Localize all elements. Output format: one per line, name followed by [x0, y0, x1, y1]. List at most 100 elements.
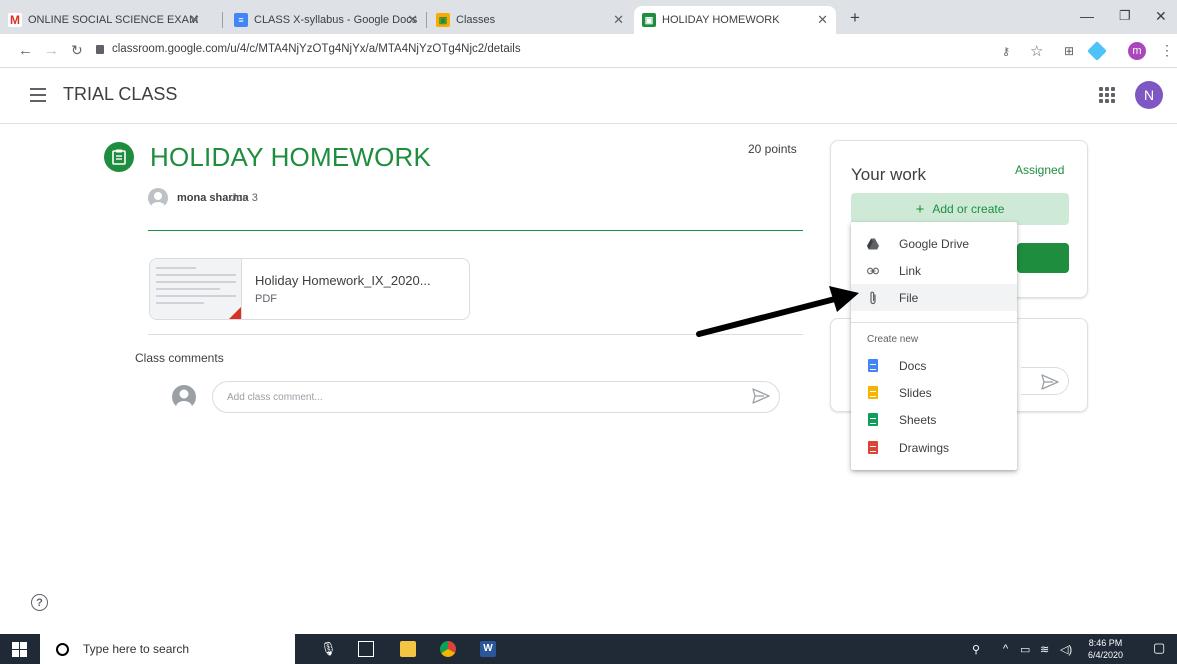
- help-icon[interactable]: ?: [31, 594, 48, 611]
- work-status: Assigned: [1015, 163, 1065, 177]
- menu-item-file[interactable]: File: [851, 284, 1017, 311]
- windows-taskbar: Type here to search 🎙 W ⚲ ^ ▭ ≋ ◁) 8:46 …: [0, 634, 1177, 664]
- your-work-title: Your work: [851, 165, 926, 184]
- windows-start-icon[interactable]: [12, 642, 27, 657]
- commenter-avatar: [172, 385, 196, 413]
- file-explorer-icon[interactable]: [400, 641, 416, 657]
- tray-expand-icon[interactable]: ^: [1003, 643, 1008, 655]
- wifi-icon[interactable]: ≋: [1040, 643, 1049, 656]
- attachment-card[interactable]: Holiday Homework_IX_2020... PDF: [149, 258, 470, 320]
- tab-separator: [222, 12, 223, 28]
- close-tab-icon[interactable]: ✕: [407, 12, 418, 28]
- classroom-icon: ▣: [436, 13, 450, 27]
- address-bar[interactable]: classroom.google.com/u/4/c/MTA4NjYzOTg4N…: [112, 43, 521, 55]
- attachment-thumbnail: [150, 259, 242, 319]
- menu-item-label: Link: [899, 263, 922, 278]
- menu-item-label: File: [899, 290, 919, 305]
- mark-as-done-button[interactable]: [1017, 243, 1069, 273]
- star-icon[interactable]: ☆: [1030, 42, 1043, 60]
- menu-item-label: Sheets: [899, 412, 937, 427]
- close-tab-icon[interactable]: ✕: [189, 12, 200, 28]
- user-avatar[interactable]: N: [1135, 81, 1163, 109]
- tab-classes[interactable]: ▣ Classes ✕: [428, 6, 632, 34]
- forward-icon[interactable]: →: [44, 42, 59, 59]
- menu-item-docs[interactable]: Docs: [851, 352, 1017, 379]
- menu-item-slides[interactable]: Slides: [851, 379, 1017, 406]
- plus-icon: +: [915, 200, 925, 218]
- notifications-icon[interactable]: ▢: [1153, 640, 1165, 656]
- people-icon[interactable]: ⚲: [972, 643, 980, 656]
- hamburger-menu-icon[interactable]: [30, 88, 46, 102]
- add-or-create-label: Add or create: [932, 202, 1005, 216]
- close-tab-icon[interactable]: ✕: [613, 12, 624, 28]
- send-icon[interactable]: [752, 388, 770, 409]
- attachment-name: Holiday Homework_IX_2020...: [255, 273, 431, 288]
- tab-label: Classes: [456, 14, 496, 26]
- assignment-points: 20 points: [748, 142, 797, 156]
- class-name[interactable]: TRIAL CLASS: [63, 84, 177, 105]
- reload-icon[interactable]: ↻: [71, 42, 83, 59]
- taskbar-search[interactable]: Type here to search: [40, 634, 295, 664]
- new-tab-button[interactable]: +: [850, 8, 860, 28]
- annotation-arrow: [696, 286, 859, 337]
- microphone-icon[interactable]: 🎙: [320, 641, 337, 657]
- send-icon[interactable]: [1041, 374, 1059, 395]
- tab-label: HOLIDAY HOMEWORK: [662, 14, 780, 26]
- extension-diamond-icon[interactable]: [1087, 41, 1107, 61]
- key-icon[interactable]: ⚷: [1002, 45, 1010, 58]
- menu-item-drawings[interactable]: Drawings: [851, 434, 1017, 461]
- back-icon[interactable]: ←: [18, 42, 33, 59]
- slides-icon: [868, 386, 878, 399]
- volume-icon[interactable]: ◁): [1060, 643, 1072, 656]
- header-divider: [148, 230, 803, 231]
- classroom-header: TRIAL CLASS N: [0, 68, 1177, 124]
- gmail-icon: M: [8, 13, 22, 27]
- battery-icon[interactable]: ▭: [1020, 643, 1030, 656]
- browser-menu-icon[interactable]: ⋮: [1160, 42, 1174, 59]
- restore-icon[interactable]: ❐: [1119, 8, 1131, 24]
- menu-item-label: Docs: [899, 358, 927, 373]
- extension-icon[interactable]: ⊞: [1064, 44, 1074, 58]
- add-or-create-menu: Google Drive Link File Create new Docs S…: [851, 222, 1017, 470]
- assignment-icon: [104, 142, 134, 172]
- add-or-create-button[interactable]: + Add or create: [851, 193, 1069, 225]
- attachment-type: PDF: [255, 293, 277, 305]
- tab-separator: [426, 12, 427, 28]
- drawings-icon: [868, 441, 878, 454]
- pdf-corner-icon: [227, 307, 241, 319]
- docs-icon: [868, 359, 878, 372]
- link-icon: [867, 264, 879, 278]
- task-view-icon[interactable]: [358, 641, 374, 657]
- sheets-icon: [868, 413, 878, 426]
- taskbar-search-placeholder: Type here to search: [83, 642, 190, 656]
- create-new-label: Create new: [867, 334, 919, 345]
- clock-time: 8:46 PM: [1088, 638, 1123, 648]
- menu-item-google-drive[interactable]: Google Drive: [851, 230, 1017, 257]
- chrome-icon[interactable]: [440, 641, 456, 657]
- minimize-icon[interactable]: —: [1080, 8, 1094, 24]
- post-date: Jun 3: [231, 192, 258, 204]
- tab-label: ONLINE SOCIAL SCIENCE EXAM: [28, 14, 199, 26]
- classroom-icon: ▣: [642, 13, 656, 27]
- close-window-icon[interactable]: ✕: [1155, 8, 1167, 25]
- apps-grid-icon[interactable]: [1099, 87, 1115, 103]
- class-comment-input[interactable]: Add class comment...: [212, 381, 780, 413]
- author-avatar: [148, 188, 168, 208]
- clock-date: 6/4/2020: [1088, 650, 1124, 660]
- profile-avatar[interactable]: m: [1128, 42, 1146, 60]
- menu-item-sheets[interactable]: Sheets: [851, 406, 1017, 433]
- word-icon[interactable]: W: [480, 641, 496, 657]
- tab-docs[interactable]: ≡ CLASS X-syllabus - Google Docs ✕: [226, 6, 426, 34]
- docs-icon: ≡: [234, 13, 248, 27]
- tab-gmail[interactable]: M ONLINE SOCIAL SCIENCE EXAM ✕: [0, 6, 208, 34]
- class-comments-label: Class comments: [135, 351, 224, 365]
- menu-divider: [851, 322, 1017, 323]
- menu-item-link[interactable]: Link: [851, 257, 1017, 284]
- lock-icon: [96, 45, 104, 54]
- close-tab-icon[interactable]: ✕: [817, 12, 828, 28]
- tab-holiday-homework[interactable]: ▣ HOLIDAY HOMEWORK ✕: [634, 6, 836, 34]
- taskbar-clock[interactable]: 8:46 PM 6/4/2020: [1088, 637, 1123, 661]
- menu-item-label: Drawings: [899, 440, 950, 455]
- menu-item-label: Slides: [899, 385, 932, 400]
- google-drive-icon: [867, 237, 879, 251]
